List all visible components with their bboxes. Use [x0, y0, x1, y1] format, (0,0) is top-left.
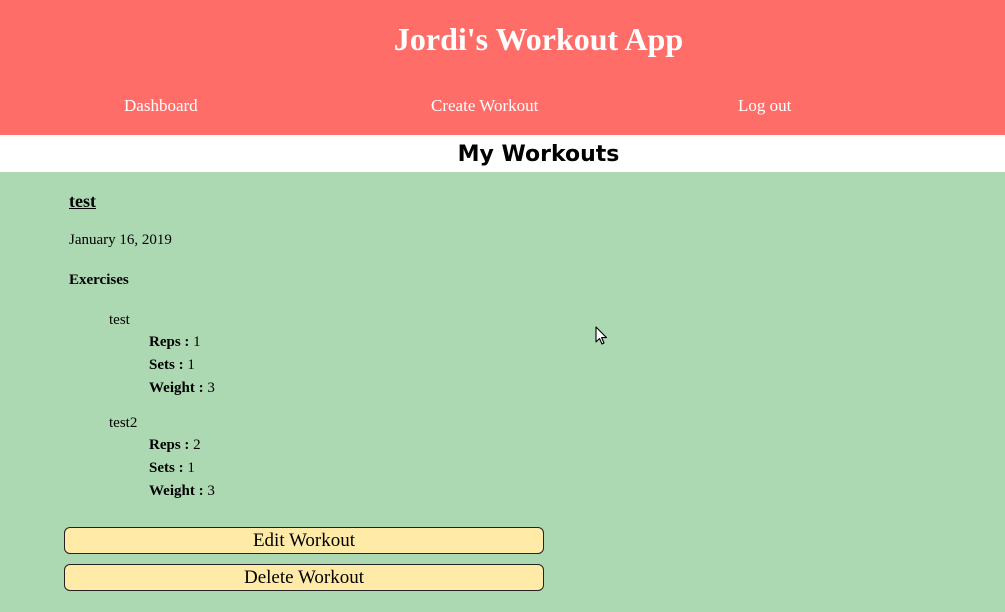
workouts-panel: test January 16, 2019 Exercises test Rep…	[0, 172, 1005, 612]
sets-value: 1	[187, 357, 195, 373]
weight-value: 3	[207, 483, 215, 499]
reps-value: 1	[193, 334, 201, 350]
exercise-sets: Sets : 1	[109, 457, 215, 480]
exercise-weight: Weight : 3	[109, 377, 215, 400]
workout-date: January 16, 2019	[69, 232, 172, 248]
exercise-item: test Reps : 1 Sets : 1 Weight : 3	[109, 311, 215, 400]
reps-label: Reps :	[149, 334, 190, 350]
sets-label: Sets :	[149, 357, 184, 373]
edit-workout-button[interactable]: Edit Workout	[64, 527, 544, 554]
nav-log-out-link[interactable]: Log out	[738, 96, 791, 116]
reps-value: 2	[193, 437, 201, 453]
delete-workout-button[interactable]: Delete Workout	[64, 564, 544, 591]
exercise-reps: Reps : 1	[109, 331, 215, 354]
exercise-item: test2 Reps : 2 Sets : 1 Weight : 3	[109, 414, 215, 503]
exercise-name: test2	[109, 415, 138, 431]
workout-name-link[interactable]: test	[69, 191, 96, 212]
sets-value: 1	[187, 460, 195, 476]
mouse-pointer-icon	[595, 326, 608, 345]
app-header: Jordi's Workout App Dashboard Create Wor…	[0, 0, 1005, 135]
nav-dashboard-link[interactable]: Dashboard	[124, 96, 198, 116]
weight-label: Weight :	[149, 380, 204, 396]
exercise-name: test	[109, 312, 130, 328]
exercise-weight: Weight : 3	[109, 480, 215, 503]
exercises-heading: Exercises	[69, 272, 129, 288]
sets-label: Sets :	[149, 460, 184, 476]
nav-create-workout-link[interactable]: Create Workout	[431, 96, 538, 116]
weight-value: 3	[207, 380, 215, 396]
app-title: Jordi's Workout App	[393, 21, 684, 57]
page-title: My Workouts	[457, 142, 620, 167]
weight-label: Weight :	[149, 483, 204, 499]
reps-label: Reps :	[149, 437, 190, 453]
exercise-reps: Reps : 2	[109, 434, 215, 457]
exercise-sets: Sets : 1	[109, 354, 215, 377]
